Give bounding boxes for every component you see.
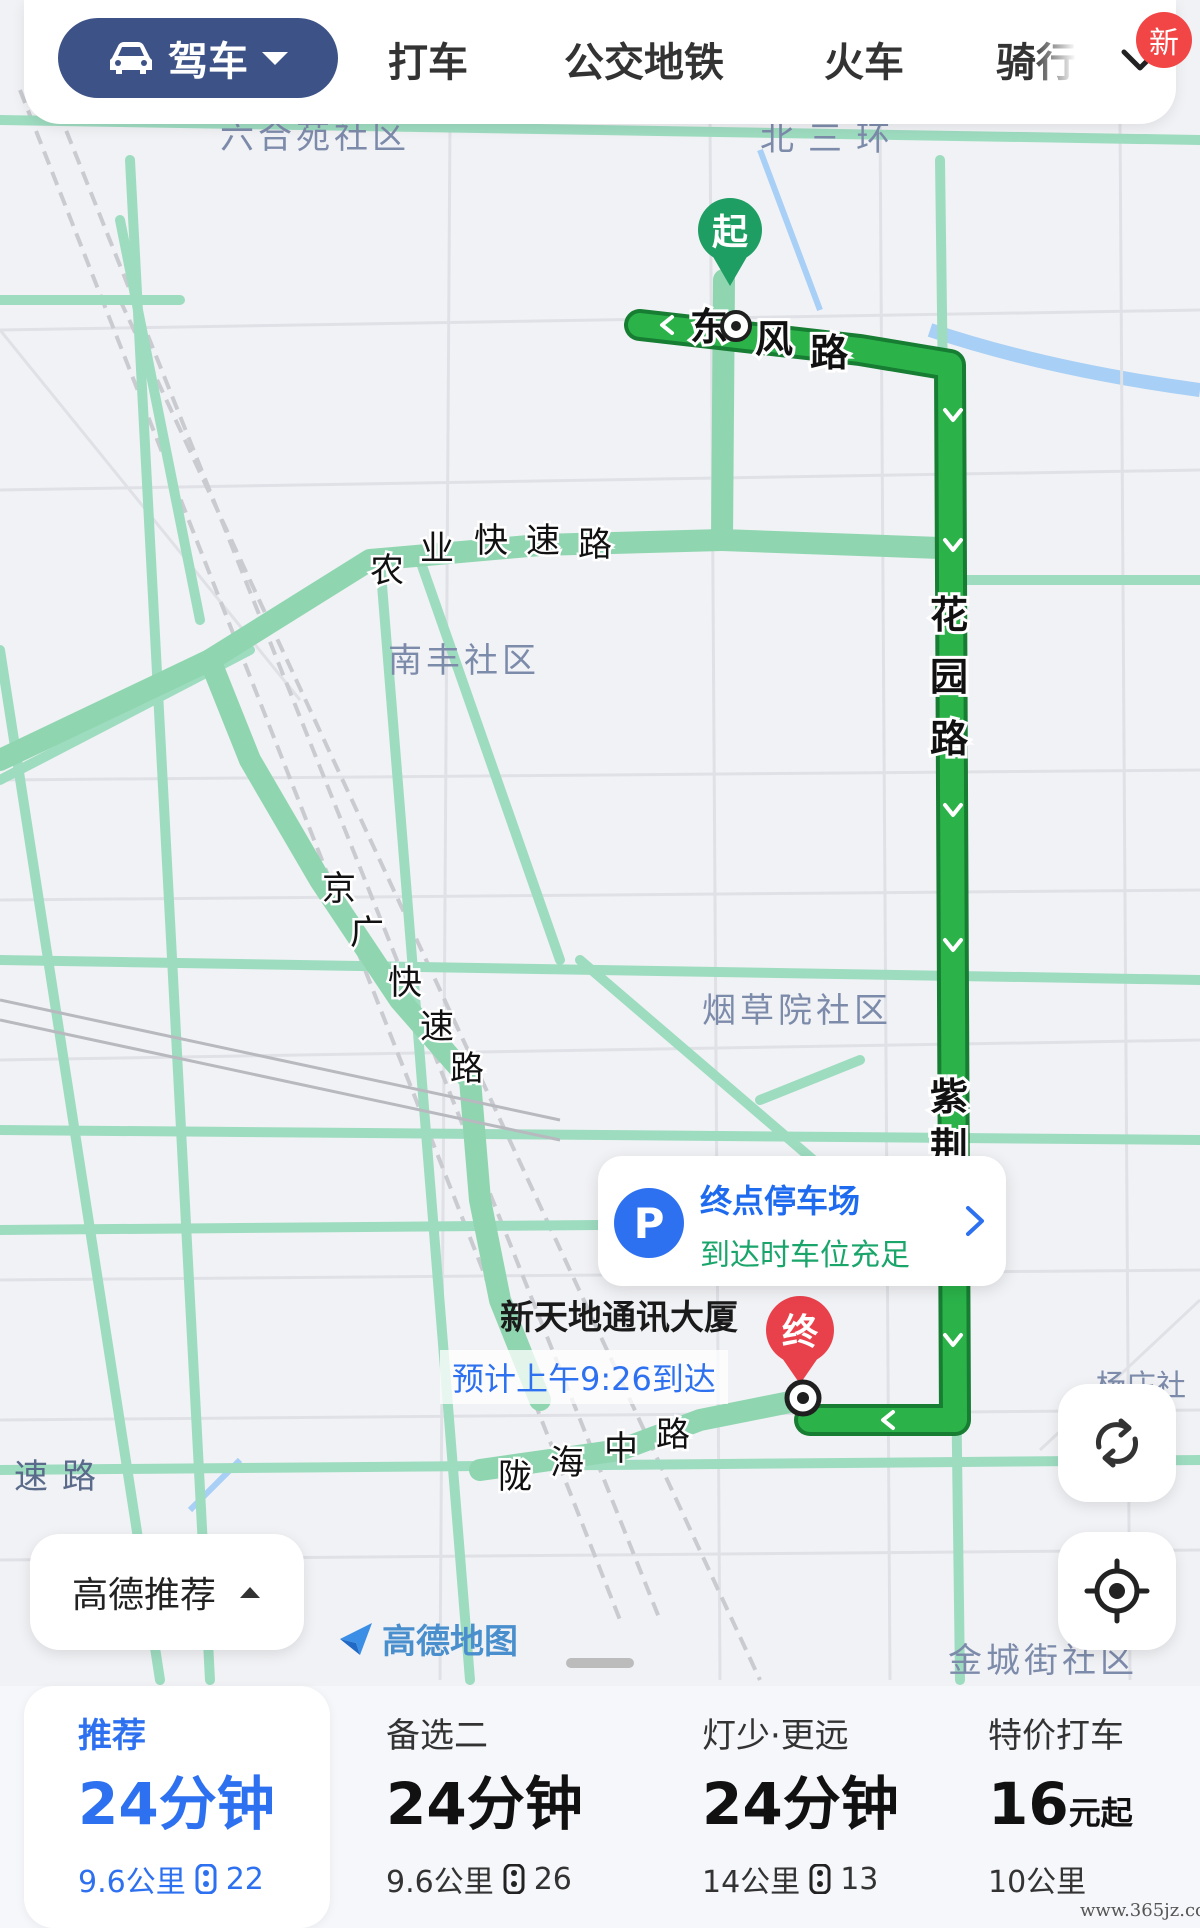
route-option-lights: 13 (840, 1861, 879, 1897)
caret-down-icon (262, 52, 288, 65)
route-option-meta: 14公里 13 (702, 1857, 962, 1901)
road-label-jingguang-2: 广 (350, 913, 384, 953)
area-label-yancao: 烟草院社区 (702, 991, 892, 1031)
route-option-meta: 10公里 (988, 1857, 1188, 1901)
route-option-recommended[interactable]: 推荐 24分钟 9.6公里 22 (24, 1686, 330, 1928)
route-option-time: 24分钟 (702, 1770, 899, 1838)
refresh-button[interactable] (1058, 1384, 1176, 1502)
road-label-huayuan-1: 花 (930, 593, 968, 637)
tab-bike[interactable]: 骑行 (996, 30, 1076, 88)
road-label-jingguang-5: 路 (450, 1049, 484, 1089)
road-label-nongye-5: 路 (578, 525, 612, 565)
road-label-nongye-1: 农 (370, 551, 404, 591)
parking-title: 终点停车场 (700, 1182, 861, 1220)
eta-label: 预计上午9:26到达 (440, 1350, 728, 1404)
road-label-longhai-2: 海 (550, 1443, 584, 1483)
destination-name: 新天地通讯大厦 (500, 1298, 738, 1338)
amap-logo-text: 高德地图 (382, 1622, 518, 1662)
route-option-alt2[interactable]: 备选二 24分钟 9.6公里 26 (386, 1686, 646, 1928)
traffic-light-icon (503, 1864, 525, 1894)
road-label-jingguang-1: 京 (322, 869, 356, 909)
caret-up-icon (240, 1587, 260, 1598)
road-label-nongye-4: 速 (526, 521, 560, 561)
route-option-label: 推荐 (78, 1716, 146, 1756)
route-option-time: 24分钟 (386, 1770, 583, 1838)
road-label-longhai-1: 陇 (498, 1457, 532, 1497)
road-label-nongye-2: 业 (420, 529, 454, 569)
road-label-huayuan-2: 园 (930, 655, 968, 699)
route-options-panel: 推荐 24分钟 9.6公里 22 备选二 24分钟 9.6公里 26 灯少·更远… (0, 1686, 1200, 1928)
route-option-time: 24分钟 (78, 1770, 275, 1838)
route-option-distance: 10公里 (988, 1865, 1087, 1900)
route-option-lights: 26 (533, 1861, 572, 1897)
end-marker-label: 终 (782, 1312, 819, 1353)
area-label-beisanhuan: 北三环 (760, 119, 904, 159)
road-label-dongfeng-2: 风 (755, 317, 793, 361)
tab-drive[interactable]: 驾车 (58, 18, 338, 98)
route-option-lights: 22 (225, 1861, 264, 1897)
road-label-dongfeng-3: 路 (810, 331, 849, 375)
route-option-fewer-lights[interactable]: 灯少·更远 24分钟 14公里 13 (702, 1686, 962, 1928)
route-option-distance: 9.6公里 (386, 1865, 494, 1900)
road-label-longhai-4: 路 (656, 1415, 690, 1455)
road-label-zijing-1: 紫 (930, 1075, 968, 1119)
route-option-meta: 9.6公里 26 (386, 1857, 646, 1901)
route-option-distance: 9.6公里 (78, 1865, 186, 1900)
route-option-distance: 14公里 (702, 1865, 801, 1900)
locate-icon (1084, 1558, 1150, 1624)
new-badge: 新 (1136, 12, 1192, 68)
area-label-nanfeng: 南丰社区 (388, 641, 540, 681)
route-option-label: 备选二 (386, 1716, 488, 1756)
traffic-light-icon (809, 1864, 831, 1894)
road-label-nongye-3: 快 (474, 521, 508, 561)
panel-drag-handle[interactable] (566, 1658, 634, 1668)
route-preference-button[interactable]: 高德推荐 (30, 1534, 304, 1650)
parking-icon: P (614, 1188, 684, 1258)
chevron-right-icon (966, 1206, 984, 1236)
road-label-longhai-3: 中 (604, 1429, 638, 1469)
road-label-kuaisulu: 速路 (14, 1457, 110, 1497)
road-label-jingguang-3: 快 (388, 963, 422, 1003)
route-option-cheap-taxi[interactable]: 特价打车 16元起 10公里 (988, 1686, 1188, 1928)
tab-taxi[interactable]: 打车 (388, 30, 468, 88)
car-icon (110, 42, 152, 74)
road-label-huayuan-3: 路 (930, 717, 969, 761)
route-option-price: 16元起 (988, 1770, 1133, 1838)
route-option-label: 特价打车 (988, 1716, 1124, 1756)
traffic-light-icon (195, 1864, 217, 1894)
watermark: www.365jz.com (1080, 1900, 1200, 1921)
route-preference-label: 高德推荐 (71, 1575, 216, 1616)
tab-transit[interactable]: 公交地铁 (564, 30, 724, 88)
road-label-jingguang-4: 速 (420, 1007, 454, 1047)
amap-logo: 高德地图 (336, 1614, 518, 1663)
transport-tab-bar: 驾车 打车 公交地铁 火车 骑行 新 (24, 0, 1192, 124)
parking-subtitle: 到达时车位充足 (700, 1238, 910, 1273)
tab-drive-label: 驾车 (168, 39, 248, 85)
locate-button[interactable] (1058, 1532, 1176, 1650)
route-option-label: 灯少·更远 (702, 1716, 849, 1756)
destination-parking-card[interactable]: P 终点停车场 到达时车位充足 (598, 1156, 1006, 1286)
refresh-icon (1095, 1418, 1139, 1468)
tab-train[interactable]: 火车 (824, 30, 904, 88)
amap-arrow-icon (340, 1622, 372, 1655)
start-marker-label: 起 (712, 212, 749, 253)
route-option-meta: 9.6公里 22 (78, 1857, 330, 1901)
